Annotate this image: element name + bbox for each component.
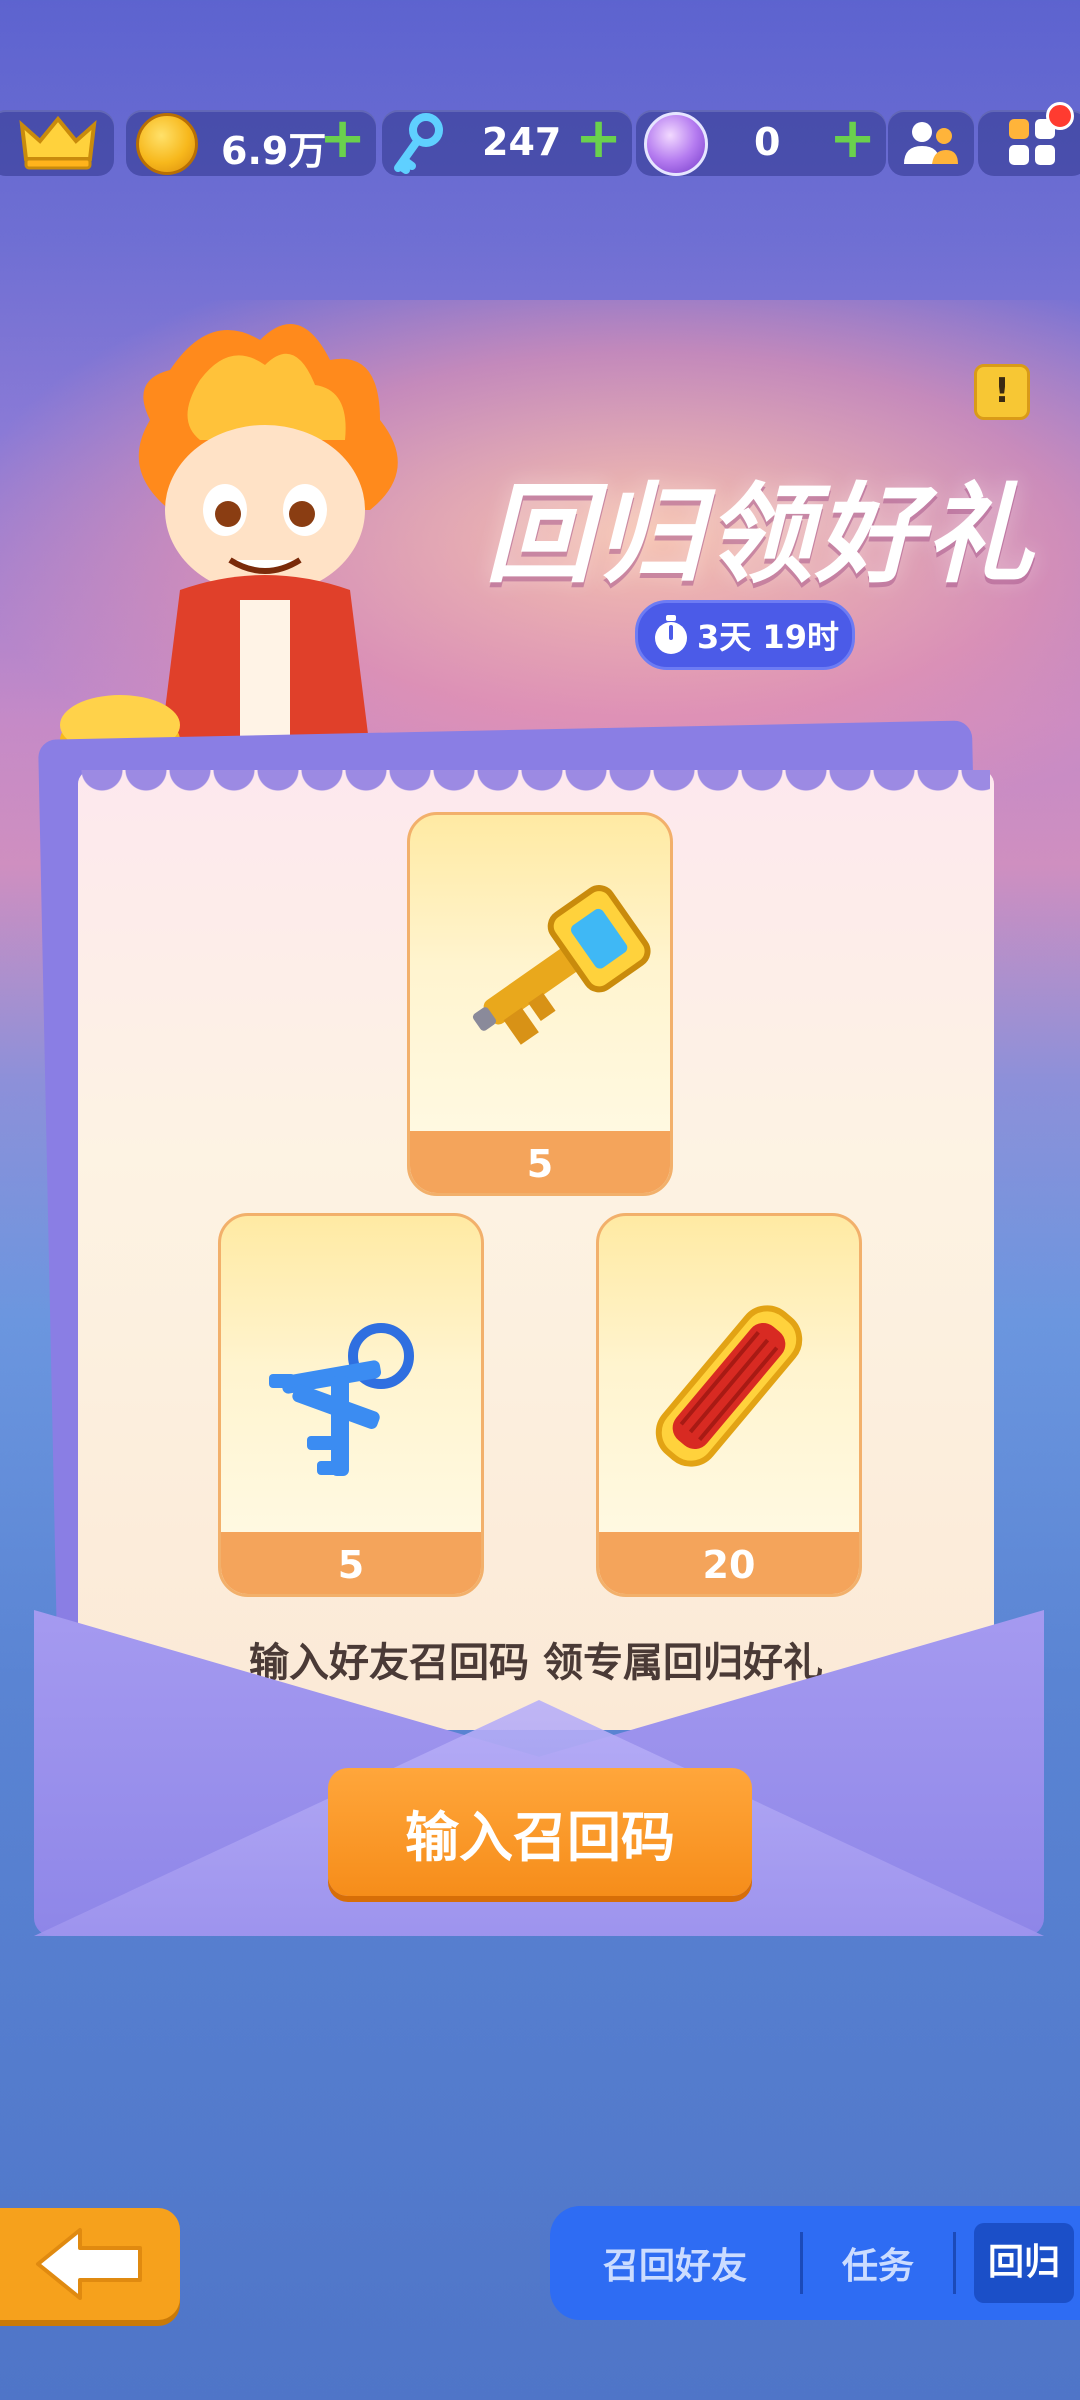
back-button[interactable] <box>0 2208 180 2320</box>
crown-icon <box>19 115 97 170</box>
add-coins-button[interactable]: + <box>319 106 366 171</box>
gem-value: 0 <box>754 120 781 164</box>
friends-icon <box>904 122 958 164</box>
reward-card-blue-keys: 5 <box>218 1213 484 1597</box>
back-arrow-icon <box>36 2228 142 2300</box>
key-counter: 247 + <box>382 106 632 176</box>
vip-crown-button[interactable] <box>0 110 114 176</box>
key-value: 247 <box>482 120 562 164</box>
coin-value: 6.9万 <box>221 129 327 173</box>
stopwatch-icon <box>655 615 688 654</box>
info-alert-button[interactable]: ! <box>974 364 1030 420</box>
reward-card-firecracker: 20 <box>596 1213 862 1597</box>
notification-dot <box>1046 102 1074 130</box>
tab-return[interactable]: 回归 <box>974 2223 1075 2303</box>
purple-orb-icon <box>644 112 708 176</box>
coin-counter: 6.9万 + <box>126 106 376 176</box>
tab-divider <box>953 2232 956 2294</box>
reward-count: 5 <box>410 1131 670 1193</box>
reward-count: 5 <box>221 1532 481 1594</box>
golden-key-icon <box>472 885 651 1045</box>
key-icon <box>394 113 443 174</box>
friends-button[interactable] <box>888 110 974 176</box>
enter-recall-code-button[interactable]: 输入召回码 <box>328 1768 752 1896</box>
letter-scallop-edge <box>80 770 990 806</box>
reward-card-golden-key: 5 <box>407 812 673 1196</box>
timer-text: 3天 19时 <box>697 618 839 656</box>
bottom-tab-bar: 召回好友 任务 回归 <box>550 2206 1080 2320</box>
event-timer: 3天 19时 <box>635 600 855 670</box>
add-gems-button[interactable]: + <box>829 106 876 171</box>
more-menu-button[interactable] <box>978 102 1080 176</box>
gold-coin-icon <box>136 113 198 175</box>
red-firecracker-icon <box>655 1305 803 1467</box>
lion-dance-mascot <box>60 310 480 780</box>
reward-count: 20 <box>599 1532 859 1594</box>
blue-key-bunch-icon <box>269 1323 414 1476</box>
add-keys-button[interactable]: + <box>575 106 622 171</box>
gem-counter: 0 + <box>636 106 886 176</box>
tab-recall-friends[interactable]: 召回好友 <box>550 2237 800 2289</box>
top-resource-bar: 6.9万 + 247 + 0 + <box>0 102 1080 180</box>
tab-tasks[interactable]: 任务 <box>803 2237 953 2289</box>
event-title: 回归领好礼 <box>484 473 1035 598</box>
